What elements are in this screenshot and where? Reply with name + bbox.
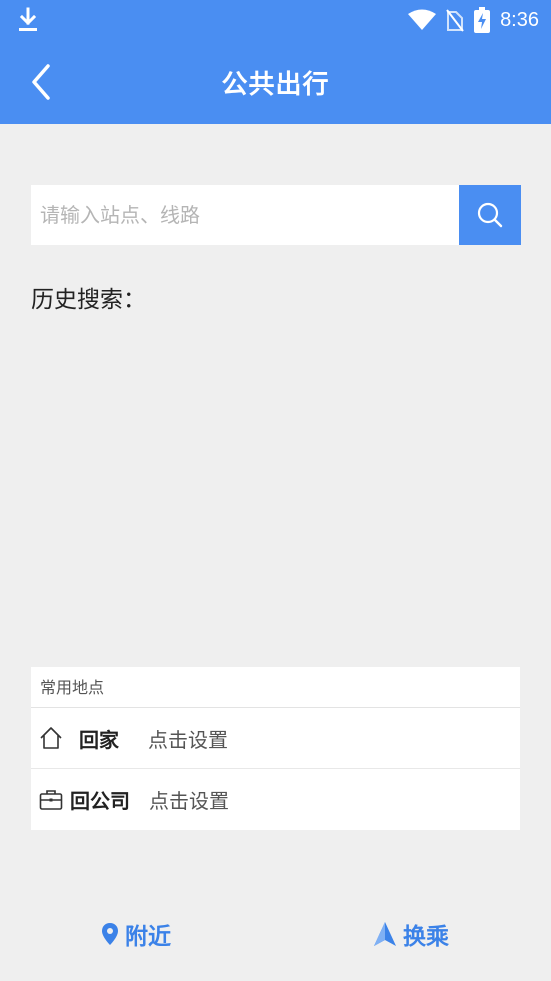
- place-name-company: 回公司: [70, 789, 130, 813]
- status-time: 8:36: [500, 8, 539, 31]
- download-icon: [19, 7, 37, 31]
- search-bar: [31, 185, 521, 245]
- battery-charging-icon: [474, 7, 491, 33]
- home-icon: [40, 727, 62, 749]
- nav-nearby-label: 附近: [125, 924, 171, 950]
- location-pin-icon: [102, 923, 118, 945]
- nav-transfer[interactable]: 换乘: [373, 917, 449, 951]
- common-places-header: 常用地点: [31, 667, 520, 708]
- search-button[interactable]: [459, 185, 521, 245]
- status-bar: 8:36: [0, 0, 551, 40]
- nav-nearby[interactable]: 附近: [101, 917, 171, 951]
- navigation-arrow-icon: [374, 922, 396, 946]
- page-title: 公共出行: [221, 70, 330, 100]
- bottom-nav: 附近 换乘: [0, 900, 551, 970]
- place-row-home[interactable]: 回家 点击设置: [31, 708, 520, 769]
- briefcase-icon: [39, 789, 63, 810]
- wifi-icon: [408, 9, 437, 30]
- common-places-card: 常用地点 回家 点击设置 回公司 点击设置: [31, 667, 520, 830]
- place-set-company[interactable]: 点击设置: [149, 785, 229, 814]
- status-icons: 8:36: [408, 6, 539, 34]
- place-set-home[interactable]: 点击设置: [148, 724, 228, 753]
- search-icon: [477, 202, 503, 228]
- no-sim-icon: [446, 9, 464, 32]
- nav-transfer-label: 换乘: [403, 924, 449, 950]
- place-row-company[interactable]: 回公司 点击设置: [31, 769, 520, 830]
- app-header: 8:36 公共出行: [0, 0, 551, 124]
- history-title: 历史搜索：: [31, 287, 146, 313]
- search-input[interactable]: [31, 185, 459, 245]
- place-name-home: 回家: [79, 727, 119, 752]
- title-bar: 公共出行: [0, 40, 551, 124]
